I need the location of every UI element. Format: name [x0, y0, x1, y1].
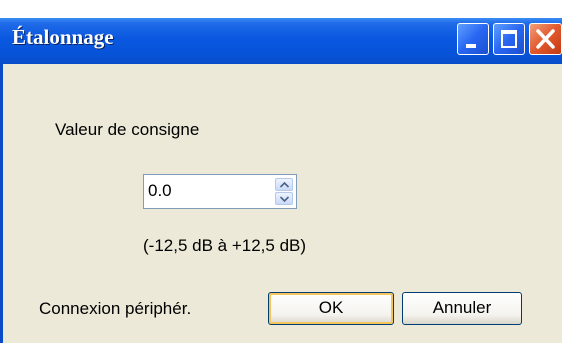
close-icon: [536, 29, 555, 49]
range-hint: (-12,5 dB à +12,5 dB): [143, 236, 307, 255]
setpoint-label: Valeur de consigne: [55, 120, 200, 139]
setpoint-input[interactable]: [148, 180, 268, 202]
connection-label: Connexion périphér.: [39, 299, 192, 318]
background-text: est autorisée entre –12,5 dB et 12,5 dB.: [0, 0, 562, 18]
minimize-icon: [466, 44, 476, 48]
spin-buttons: [275, 178, 293, 205]
cancel-button[interactable]: Annuler: [402, 292, 522, 325]
chevron-down-icon: [280, 196, 289, 202]
window-title: Étalonnage: [12, 25, 114, 49]
calibration-dialog: Étalonnage Valeur de consigne 0.0 (-12,5…: [0, 18, 562, 343]
ok-button[interactable]: OK: [268, 292, 394, 325]
setpoint-spinbox[interactable]: [143, 174, 297, 209]
maximize-button[interactable]: [493, 23, 525, 55]
chevron-up-icon: [280, 182, 289, 188]
spin-down-button[interactable]: [275, 192, 293, 205]
spin-up-button[interactable]: [275, 178, 293, 191]
close-button[interactable]: [529, 23, 562, 55]
minimize-button[interactable]: [457, 23, 489, 55]
title-bar[interactable]: Étalonnage: [0, 18, 562, 64]
maximize-icon: [501, 30, 517, 48]
dialog-body: Valeur de consigne (-12,5 dB à +12,5 dB)…: [0, 64, 562, 343]
